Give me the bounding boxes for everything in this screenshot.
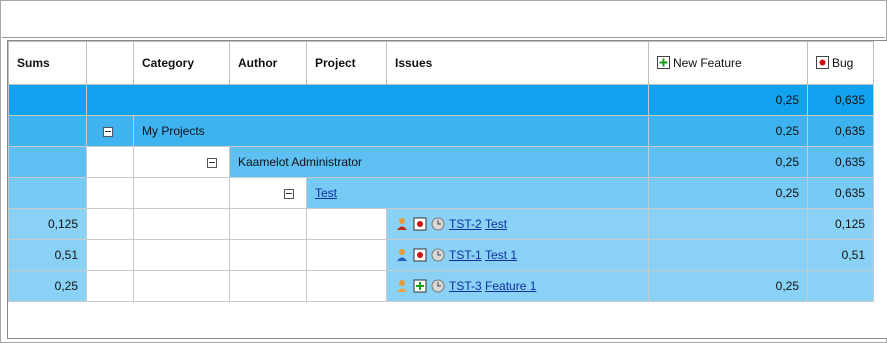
total-sums-cell (8, 84, 87, 116)
author-sums-cell (8, 146, 87, 178)
category-label-cell: My Projects (133, 115, 649, 147)
clock-status-icon (431, 217, 445, 231)
col-header-issues[interactable]: Issues (386, 41, 649, 85)
pivot-grid: Sums Category Author Project Issues New … (7, 40, 887, 339)
report-window: Sums Category Author Project Issues New … (0, 0, 887, 343)
issue-bug-cell: 0,51 (807, 239, 874, 271)
clock-status-icon (431, 279, 445, 293)
author-label-cell: Kaamelot Administrator (229, 146, 649, 178)
bug-icon (816, 56, 829, 69)
bug-label: Bug (832, 56, 854, 70)
category-toggle-cell (86, 115, 134, 147)
report-toolbar (2, 2, 885, 38)
category-row: My Projects 0,25 0,635 (8, 115, 874, 147)
issue-blank-cell (133, 239, 230, 271)
project-label-cell: Test (306, 177, 649, 209)
issue-key-link[interactable]: TST-3 (449, 279, 482, 293)
issue-row: 0,125 TST-2 Test 0,125 (8, 208, 874, 240)
project-bug-cell: 0,635 (807, 177, 874, 209)
project-sums-cell (8, 177, 87, 209)
issue-blank-cell (86, 239, 134, 271)
priority-person-red-icon (397, 218, 407, 231)
collapse-icon[interactable] (103, 126, 113, 137)
issue-sums-cell: 0,25 (8, 270, 87, 302)
header-row: Sums Category Author Project Issues New … (8, 41, 874, 85)
col-header-new-feature[interactable]: New Feature (648, 41, 808, 85)
issue-blank-cell (306, 239, 387, 271)
issue-summary-link[interactable]: Test (485, 217, 507, 231)
col-header-project[interactable]: Project (306, 41, 387, 85)
project-link[interactable]: Test (315, 186, 337, 200)
issue-row: 0,25 TST-3 Feature 1 0,25 (8, 270, 874, 302)
issue-key-link[interactable]: TST-2 (449, 217, 482, 231)
new-feature-label: New Feature (673, 56, 742, 70)
project-new-feature-cell: 0,25 (648, 177, 808, 209)
category-new-feature-cell: 0,25 (648, 115, 808, 147)
new-feature-icon (657, 56, 670, 69)
author-blank-cell (86, 146, 134, 178)
priority-person-orange-icon (397, 280, 407, 293)
author-bug-cell: 0,635 (807, 146, 874, 178)
issue-blank-cell (133, 270, 230, 302)
issue-cell: TST-3 Feature 1 (386, 270, 649, 302)
issue-new-feature-cell (648, 239, 808, 271)
issue-new-feature-cell: 0,25 (648, 270, 808, 302)
pivot-table: Sums Category Author Project Issues New … (8, 41, 874, 302)
issue-cell: TST-1 Test 1 (386, 239, 649, 271)
col-header-category[interactable]: Category (133, 41, 230, 85)
issue-bug-cell (807, 270, 874, 302)
author-new-feature-cell: 0,25 (648, 146, 808, 178)
total-new-feature-cell: 0,25 (648, 84, 808, 116)
issue-blank-cell (229, 270, 307, 302)
col-header-author[interactable]: Author (229, 41, 307, 85)
bug-type-icon (413, 248, 427, 262)
issue-blank-cell (229, 239, 307, 271)
total-span-cell (86, 84, 649, 116)
bug-type-icon (413, 217, 427, 231)
issue-summary-link[interactable]: Feature 1 (485, 279, 536, 293)
issue-summary-link[interactable]: Test 1 (485, 248, 517, 262)
issue-cell: TST-2 Test (386, 208, 649, 240)
issue-blank-cell (86, 270, 134, 302)
issue-row: 0,51 TST-1 Test 1 0,51 (8, 239, 874, 271)
issue-key-link[interactable]: TST-1 (449, 248, 482, 262)
clock-status-icon (431, 248, 445, 262)
project-blank-cell-2 (133, 177, 230, 209)
author-row: Kaamelot Administrator 0,25 0,635 (8, 146, 874, 178)
project-toggle-cell (229, 177, 307, 209)
issue-blank-cell (86, 208, 134, 240)
category-bug-cell: 0,635 (807, 115, 874, 147)
project-row: Test 0,25 0,635 (8, 177, 874, 209)
total-bug-cell: 0,635 (807, 84, 874, 116)
project-blank-cell-1 (86, 177, 134, 209)
issue-sums-cell: 0,125 (8, 208, 87, 240)
issue-blank-cell (306, 270, 387, 302)
issue-blank-cell (306, 208, 387, 240)
issue-blank-cell (133, 208, 230, 240)
category-sums-cell (8, 115, 87, 147)
total-row: 0,25 0,635 (8, 84, 874, 116)
priority-person-blue-icon (397, 249, 407, 262)
issue-sums-cell: 0,51 (8, 239, 87, 271)
collapse-icon[interactable] (207, 157, 217, 168)
col-header-blank (86, 41, 134, 85)
issue-new-feature-cell (648, 208, 808, 240)
new-feature-type-icon (413, 279, 427, 293)
author-toggle-cell (133, 146, 230, 178)
issue-blank-cell (229, 208, 307, 240)
col-header-sums[interactable]: Sums (8, 41, 87, 85)
collapse-icon[interactable] (284, 188, 294, 199)
issue-bug-cell: 0,125 (807, 208, 874, 240)
col-header-bug[interactable]: Bug (807, 41, 874, 85)
